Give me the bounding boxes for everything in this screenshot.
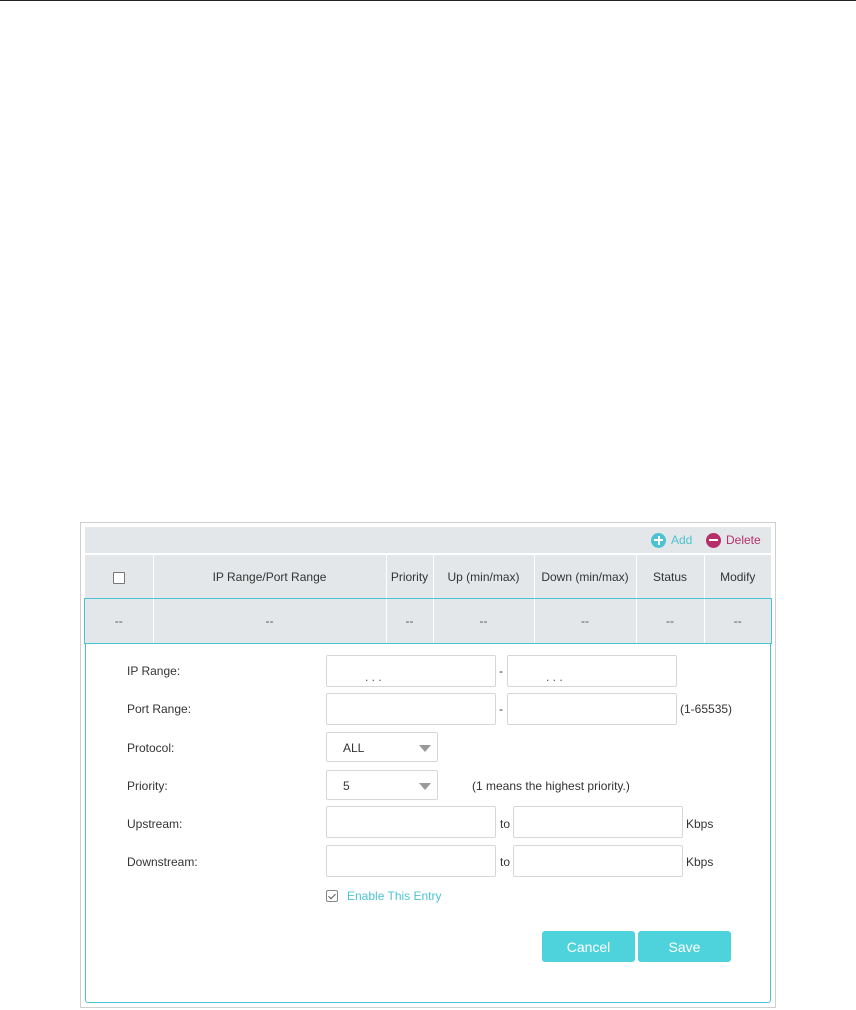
enable-entry-checkbox[interactable]: Enable This Entry: [326, 889, 442, 903]
chevron-down-icon: [419, 783, 431, 790]
downstream-to-label: to: [500, 855, 511, 869]
ip-range-label: IP Range:: [127, 664, 181, 678]
upstream-unit: Kbps: [686, 817, 714, 831]
delete-button[interactable]: Delete: [706, 531, 761, 549]
enable-entry-label: Enable This Entry: [347, 889, 442, 903]
column-header-modify: Modify: [720, 570, 756, 584]
delete-label: Delete: [726, 533, 761, 547]
ip-range-dash: -: [499, 664, 503, 678]
select-all-cell: [85, 555, 154, 599]
table-cell: --: [386, 599, 434, 643]
save-button[interactable]: Save: [638, 931, 731, 962]
port-range-hint: (1-65535): [680, 702, 733, 716]
chevron-down-icon: [419, 745, 431, 752]
upstream-max-field[interactable]: [513, 806, 683, 838]
priority-hint: (1 means the highest priority.): [472, 779, 630, 793]
ip-octet-separators: . . .: [365, 670, 382, 684]
downstream-label: Downstream:: [127, 855, 198, 869]
protocol-selected-value: ALL: [343, 741, 365, 755]
downstream-min-field[interactable]: [326, 845, 496, 877]
port-range-end-field[interactable]: [507, 693, 677, 725]
top-divider: [0, 0, 856, 1]
table-cell: --: [534, 599, 637, 643]
table-cell: --: [433, 599, 535, 643]
table-header-row: IP Range/Port Range Priority Up (min/max…: [85, 555, 771, 599]
upstream-to-label: to: [500, 817, 511, 831]
column-header-down: Down (min/max): [534, 555, 637, 599]
downstream-unit: Kbps: [686, 855, 714, 869]
table-row[interactable]: -- -- -- -- -- -- --: [84, 598, 772, 644]
table-cell: --: [85, 599, 154, 643]
protocol-select[interactable]: ALL: [326, 732, 438, 762]
plus-circle-icon: [651, 532, 666, 548]
qos-rules-panel: Add Delete IP Range/Port Range Priority …: [80, 522, 776, 1008]
column-header-ip-port: IP Range/Port Range: [153, 555, 387, 599]
priority-selected-value: 5: [343, 779, 350, 793]
select-all-checkbox[interactable]: [112, 571, 125, 584]
cancel-button[interactable]: Cancel: [542, 931, 635, 962]
add-label: Add: [671, 533, 693, 547]
checkmark-icon: [326, 890, 338, 902]
port-range-label: Port Range:: [127, 702, 192, 716]
upstream-min-field[interactable]: [326, 806, 496, 838]
downstream-max-field[interactable]: [513, 845, 683, 877]
add-button[interactable]: Add: [651, 531, 692, 549]
minus-circle-icon: [706, 532, 721, 548]
rules-table: IP Range/Port Range Priority Up (min/max…: [84, 555, 772, 644]
table-cell: --: [733, 614, 742, 628]
port-range-dash: -: [499, 702, 503, 716]
priority-label: Priority:: [127, 779, 168, 793]
port-range-start-field[interactable]: [326, 693, 496, 725]
column-header-priority: Priority: [386, 555, 434, 599]
ip-octet-separators: . . .: [546, 670, 563, 684]
table-cell: --: [153, 599, 387, 643]
protocol-label: Protocol:: [127, 741, 175, 755]
column-header-status: Status: [636, 555, 705, 599]
ip-range-end-field[interactable]: . . .: [507, 655, 677, 687]
table-toolbar: Add Delete: [85, 527, 771, 553]
priority-select[interactable]: 5: [326, 770, 438, 800]
ip-range-start-field[interactable]: . . .: [326, 655, 496, 687]
column-header-up: Up (min/max): [433, 555, 535, 599]
table-cell: --: [636, 599, 705, 643]
rule-editor: IP Range: . . . - . . . Port Range: - (1…: [85, 643, 771, 1003]
upstream-label: Upstream:: [127, 817, 183, 831]
